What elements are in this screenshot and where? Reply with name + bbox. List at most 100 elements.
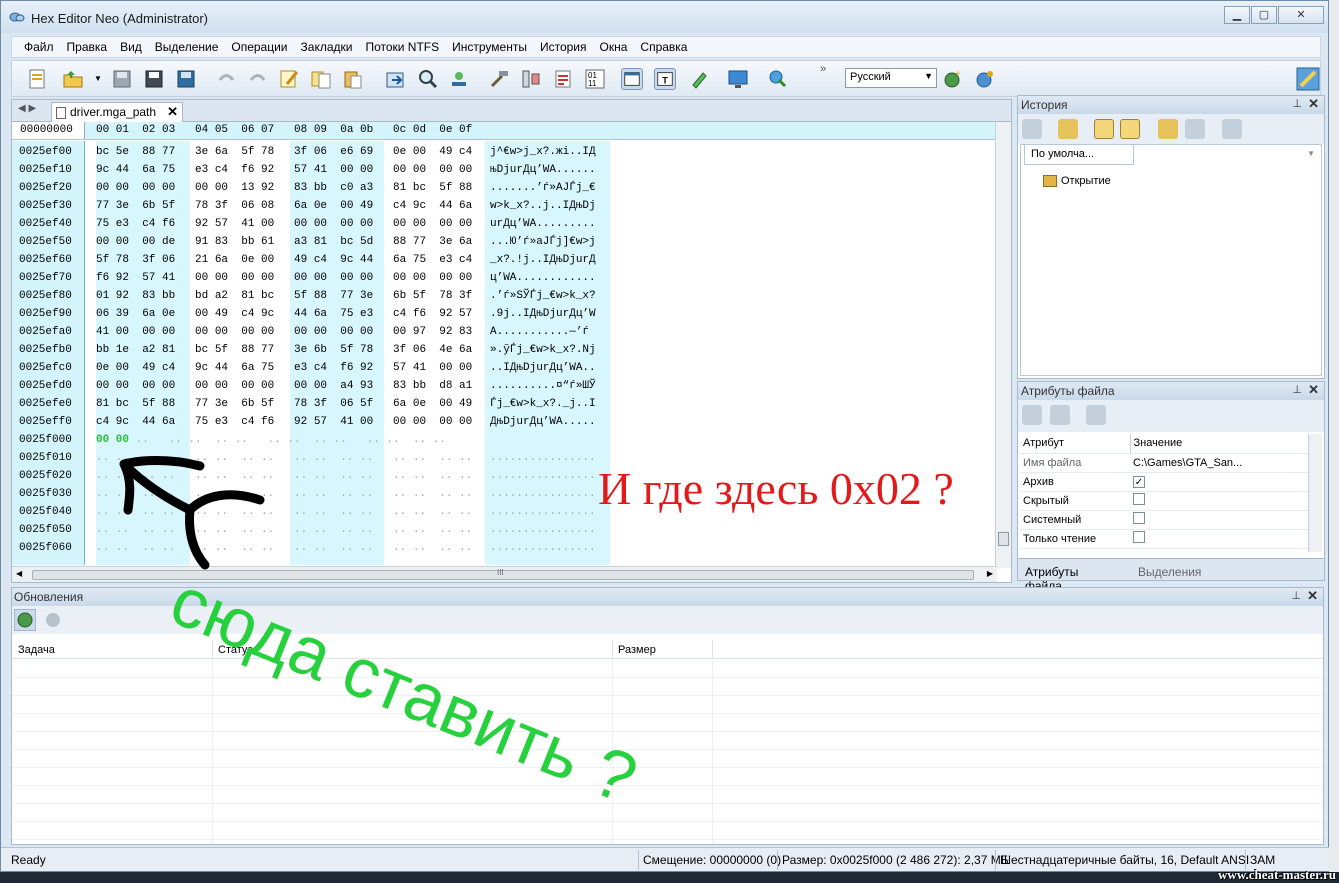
column-size[interactable]: Размер: [618, 644, 656, 656]
vertical-scroll-thumb[interactable]: [998, 532, 1009, 546]
tab-scroll-arrows-icon[interactable]: ◀ ▶: [18, 103, 36, 114]
text-row[interactable]: ц’WA............: [490, 269, 610, 287]
minimize-button[interactable]: ▁: [1224, 6, 1250, 24]
hex-row[interactable]: 5f 78 3f 06 21 6a 0e 00 49 c4 9c 44 6a 7…: [96, 251, 481, 269]
history-list-icon[interactable]: [1120, 119, 1140, 139]
menu-help[interactable]: Справка: [640, 40, 687, 54]
paste-icon[interactable]: [342, 68, 364, 90]
refresh-icon[interactable]: [1086, 405, 1106, 425]
text-row[interactable]: Ѓј_€w>k_x?._j..I: [490, 395, 610, 413]
hex-row[interactable]: 9c 44 6a 75 e3 c4 f6 92 57 41 00 00 00 0…: [96, 161, 481, 179]
new-file-icon[interactable]: [26, 68, 48, 90]
hex-view-icon[interactable]: [621, 68, 643, 90]
hex-row[interactable]: bc 5e 88 77 3e 6a 5f 78 3f 06 e6 69 0e 0…: [96, 143, 481, 161]
text-row[interactable]: .9j..IДњDjurДц’W: [490, 305, 610, 323]
text-row[interactable]: ..........¤“ѓ»ШЎ: [490, 377, 610, 395]
structure-icon[interactable]: [520, 68, 542, 90]
hex-row[interactable]: 00 00 00 de 91 83 bb 61 a3 81 bc 5d 88 7…: [96, 233, 481, 251]
hex-row[interactable]: 01 92 83 bb bd a2 81 bc 5f 88 77 3e 6b 5…: [96, 287, 481, 305]
scroll-left-icon[interactable]: ◀: [16, 569, 22, 578]
check-updates-icon[interactable]: [14, 609, 36, 631]
hidden-checkbox[interactable]: [1133, 493, 1145, 505]
pin-icon[interactable]: ⊥: [1292, 383, 1302, 396]
open-folder-icon[interactable]: [62, 68, 84, 90]
table-row[interactable]: Системный: [1020, 510, 1312, 530]
pin-icon[interactable]: ⊥: [1292, 97, 1302, 110]
highlight-icon[interactable]: [688, 68, 710, 90]
install-updates-icon[interactable]: [42, 609, 64, 631]
toolbar-overflow-icon[interactable]: »: [820, 63, 826, 75]
column-task[interactable]: Задача: [18, 644, 55, 656]
close-panel-icon[interactable]: ✕: [1308, 96, 1319, 112]
menu-file[interactable]: Файл: [24, 40, 54, 54]
hex-row[interactable]: 00 00 00 00 00 00 00 00 00 00 a4 93 83 b…: [96, 377, 481, 395]
text-row[interactable]: j^€w>j_x?.жi..IД: [490, 143, 610, 161]
close-button[interactable]: ✕: [1278, 6, 1324, 24]
open-dropdown-chevron-icon[interactable]: ▼: [94, 74, 102, 83]
hex-row[interactable]: f6 92 57 41 00 00 00 00 00 00 00 00 00 0…: [96, 269, 481, 287]
hex-row[interactable]: 0e 00 49 c4 9c 44 6a 75 e3 c4 f6 92 57 4…: [96, 359, 481, 377]
menu-windows[interactable]: Окна: [600, 40, 628, 54]
text-row[interactable]: .......’ѓ»АЈЃј_€: [490, 179, 610, 197]
text-row[interactable]: urДц’WA.........: [490, 215, 610, 233]
readonly-checkbox[interactable]: [1133, 531, 1145, 543]
reset-icon[interactable]: [1050, 405, 1070, 425]
menu-ntfs-streams[interactable]: Потоки NTFS: [365, 40, 439, 54]
save-icon[interactable]: [111, 68, 133, 90]
text-row[interactable]: ..IДњDjurДц’WA..: [490, 359, 610, 377]
menu-selection[interactable]: Выделение: [155, 40, 219, 54]
attr-value[interactable]: C:\Games\GTA_San...: [1130, 453, 1312, 473]
hex-row[interactable]: 00 00 00 00 00 00 13 92 83 bb c0 a3 81 b…: [96, 179, 481, 197]
history-remove-icon[interactable]: [1185, 119, 1205, 139]
fullscreen-icon[interactable]: [727, 68, 749, 90]
menu-operations[interactable]: Операции: [231, 40, 287, 54]
close-tab-icon[interactable]: ✕: [167, 104, 178, 120]
hex-row[interactable]: c4 9c 44 6a 75 e3 c4 f6 92 57 41 00 00 0…: [96, 413, 481, 431]
language-select[interactable]: Русский ▼: [845, 68, 937, 88]
hex-row[interactable]: 75 e3 c4 f6 92 57 41 00 00 00 00 00 00 0…: [96, 215, 481, 233]
text-view-icon[interactable]: T: [654, 68, 676, 90]
menu-edit[interactable]: Правка: [67, 40, 108, 54]
close-panel-icon[interactable]: ✕: [1308, 382, 1319, 398]
history-clock-icon[interactable]: [1058, 119, 1078, 139]
maximize-button[interactable]: ▢: [1251, 6, 1277, 24]
hex-row[interactable]: bb 1e a2 81 bc 5f 88 77 3e 6b 5f 78 3f 0…: [96, 341, 481, 359]
edit-icon[interactable]: [278, 68, 300, 90]
history-tree-icon[interactable]: [1094, 119, 1114, 139]
tab-driver-mga-path[interactable]: driver.mga_path ✕: [51, 102, 183, 122]
language-settings-icon[interactable]: [974, 68, 996, 90]
network-icon[interactable]: [767, 68, 789, 90]
customize-toolbar-icon[interactable]: [1295, 66, 1321, 92]
menu-tools[interactable]: Инструменты: [452, 40, 527, 54]
hammer-tool-icon[interactable]: [488, 68, 510, 90]
go-to-icon[interactable]: [384, 68, 406, 90]
scroll-right-icon[interactable]: ▶: [987, 569, 993, 578]
attributes-scrollbar[interactable]: [1308, 434, 1322, 552]
save-as-icon[interactable]: [143, 68, 165, 90]
checksum-icon[interactable]: [552, 68, 574, 90]
inserted-bytes[interactable]: 00 00: [96, 434, 129, 446]
add-language-icon[interactable]: +: [942, 68, 964, 90]
text-row[interactable]: ...Ю’ѓ»aЈЃј]€w>j: [490, 233, 610, 251]
hex-row[interactable]: 77 3e 6b 5f 78 3f 06 08 6a 0e 00 49 c4 9…: [96, 197, 481, 215]
table-row[interactable]: Скрытый: [1020, 491, 1312, 511]
table-row[interactable]: Архив ✓: [1020, 472, 1312, 492]
menu-bookmarks[interactable]: Закладки: [301, 40, 353, 54]
chevron-down-icon[interactable]: ▼: [1307, 149, 1315, 158]
copy-icon[interactable]: [310, 68, 332, 90]
close-panel-icon[interactable]: ✕: [1307, 588, 1318, 604]
text-area[interactable]: j^€w>j_x?.жi..IД њDjurДц’WA...... ......…: [490, 143, 610, 557]
tab-default-history[interactable]: По умолча...: [1024, 145, 1134, 165]
hex-row-new[interactable]: 00 00 .. .. .. .. .. .. .. .. .. .. .. .…: [96, 431, 481, 449]
table-row[interactable]: Имя файла C:\Games\GTA_San...: [1020, 453, 1312, 473]
binary-icon[interactable]: 0111: [584, 68, 606, 90]
hex-row[interactable]: 06 39 6a 0e 00 49 c4 9c 44 6a 75 e3 c4 f…: [96, 305, 481, 323]
menu-view[interactable]: Вид: [120, 40, 142, 54]
title-bar[interactable]: Hex Editor Neo (Administrator) ▁ ▢ ✕: [1, 1, 1328, 33]
history-add-icon[interactable]: [1158, 119, 1178, 139]
find-pattern-icon[interactable]: [448, 68, 470, 90]
menu-history[interactable]: История: [540, 40, 587, 54]
archive-checkbox[interactable]: ✓: [1133, 475, 1145, 488]
pin-icon[interactable]: ⊥: [1291, 589, 1301, 602]
history-clear-icon[interactable]: [1222, 119, 1242, 139]
